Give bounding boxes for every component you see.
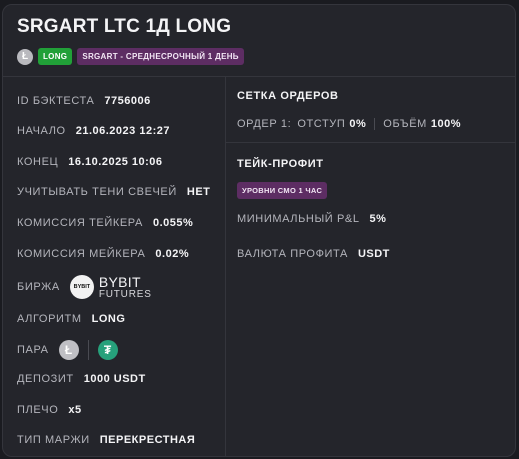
strategy-badge: SRGART - СРЕДНЕСРОЧНЫЙ 1 ДЕНЬ <box>77 48 244 65</box>
end-label: КОНЕЦ <box>17 156 59 168</box>
profit-currency-label: ВАЛЮТА ПРОФИТА <box>237 248 348 260</box>
shadows-value: НЕТ <box>186 186 211 198</box>
take-profit-title: ТЕЙК-ПРОФИТ <box>237 158 324 170</box>
taker-fee-value: 0.055% <box>152 217 194 229</box>
margin-row: ТИП МАРЖИ ПЕРЕКРЕСТНАЯ <box>17 429 195 451</box>
litecoin-icon: Ł <box>17 48 33 65</box>
backtest-id-label: ID БЭКТЕСТА <box>17 95 95 107</box>
exchange-row: БИРЖА BYBIT BYBIT FUTURES <box>17 274 152 300</box>
end-value: 16.10.2025 10:06 <box>68 156 163 168</box>
taker-fee-row: КОМИССИЯ ТЕЙКЕРА 0.055% <box>17 212 193 234</box>
take-profit-badge: УРОВНИ СМО 1 ЧАС <box>237 182 328 199</box>
exchange-name-main: BYBIT <box>98 273 141 290</box>
backtest-title: SRGART LTC 1Д LONG <box>17 16 232 37</box>
maker-fee-row: КОМИССИЯ МЕЙКЕРА 0.02% <box>17 243 189 265</box>
direction-badge: LONG <box>38 48 73 65</box>
profit-currency-value: USDT <box>357 248 390 260</box>
offset-value: 0% <box>349 118 367 130</box>
min-pnl-row: МИНИМАЛЬНЫЙ P&L 5% <box>237 213 386 225</box>
header-divider <box>3 76 515 77</box>
volume-value: 100% <box>430 118 462 130</box>
profit-currency-row: ВАЛЮТА ПРОФИТА USDT <box>237 248 390 260</box>
min-pnl-value: 5% <box>369 213 387 225</box>
column-divider <box>225 77 226 456</box>
deposit-value: 1000 USDT <box>83 373 146 385</box>
tether-icon: ₮ <box>97 340 118 360</box>
exchange-label: БИРЖА <box>17 281 60 293</box>
start-row: НАЧАЛО 21.06.2023 12:27 <box>17 120 170 142</box>
maker-fee-label: КОМИССИЯ МЕЙКЕРА <box>17 248 146 260</box>
leverage-row: ПЛЕЧО x5 <box>17 399 82 421</box>
orders-divider <box>226 142 515 143</box>
margin-value: ПЕРЕКРЕСТНАЯ <box>99 434 196 446</box>
exchange-name: BYBIT FUTURES <box>99 275 152 300</box>
order-separator <box>374 118 376 130</box>
start-value: 21.06.2023 12:27 <box>75 125 170 137</box>
backtest-id-value: 7756006 <box>104 95 151 107</box>
shadows-row: УЧИТЫВАТЬ ТЕНИ СВЕЧЕЙ НЕТ <box>17 181 210 203</box>
deposit-row: ДЕПОЗИТ 1000 USDT <box>17 368 146 390</box>
pair-separator <box>87 340 89 360</box>
start-label: НАЧАЛО <box>17 125 66 137</box>
pair-label: ПАРА <box>17 344 49 356</box>
litecoin-icon: Ł <box>58 340 79 360</box>
margin-label: ТИП МАРЖИ <box>17 434 90 446</box>
leverage-label: ПЛЕЧО <box>17 404 59 416</box>
pair-row: ПАРА Ł ₮ <box>17 338 118 362</box>
volume-label: ОБЪЁМ <box>383 118 427 130</box>
algorithm-label: АЛГОРИТМ <box>17 313 82 325</box>
taker-fee-label: КОМИССИЯ ТЕЙКЕРА <box>17 217 143 229</box>
exchange-name-sub: FUTURES <box>98 288 152 300</box>
badges-row: Ł LONG SRGART - СРЕДНЕСРОЧНЫЙ 1 ДЕНЬ <box>17 48 244 65</box>
order-row: ОРДЕР 1: ОТСТУП 0% ОБЪЁМ 100% <box>237 118 461 130</box>
maker-fee-value: 0.02% <box>155 248 190 260</box>
bybit-logo-icon: BYBIT <box>69 275 94 299</box>
leverage-value: x5 <box>68 404 82 416</box>
backtest-card: SRGART LTC 1Д LONG Ł LONG SRGART - СРЕДН… <box>2 4 516 457</box>
shadows-label: УЧИТЫВАТЬ ТЕНИ СВЕЧЕЙ <box>17 186 177 198</box>
backtest-id-row: ID БЭКТЕСТА 7756006 <box>17 90 151 112</box>
algorithm-value: LONG <box>91 313 126 325</box>
orders-title: СЕТКА ОРДЕРОВ <box>237 90 339 102</box>
min-pnl-label: МИНИМАЛЬНЫЙ P&L <box>237 213 360 225</box>
order-label: ОРДЕР 1: <box>237 118 292 130</box>
algorithm-row: АЛГОРИТМ LONG <box>17 308 125 330</box>
offset-label: ОТСТУП <box>297 118 346 130</box>
deposit-label: ДЕПОЗИТ <box>17 373 74 385</box>
end-row: КОНЕЦ 16.10.2025 10:06 <box>17 151 163 173</box>
